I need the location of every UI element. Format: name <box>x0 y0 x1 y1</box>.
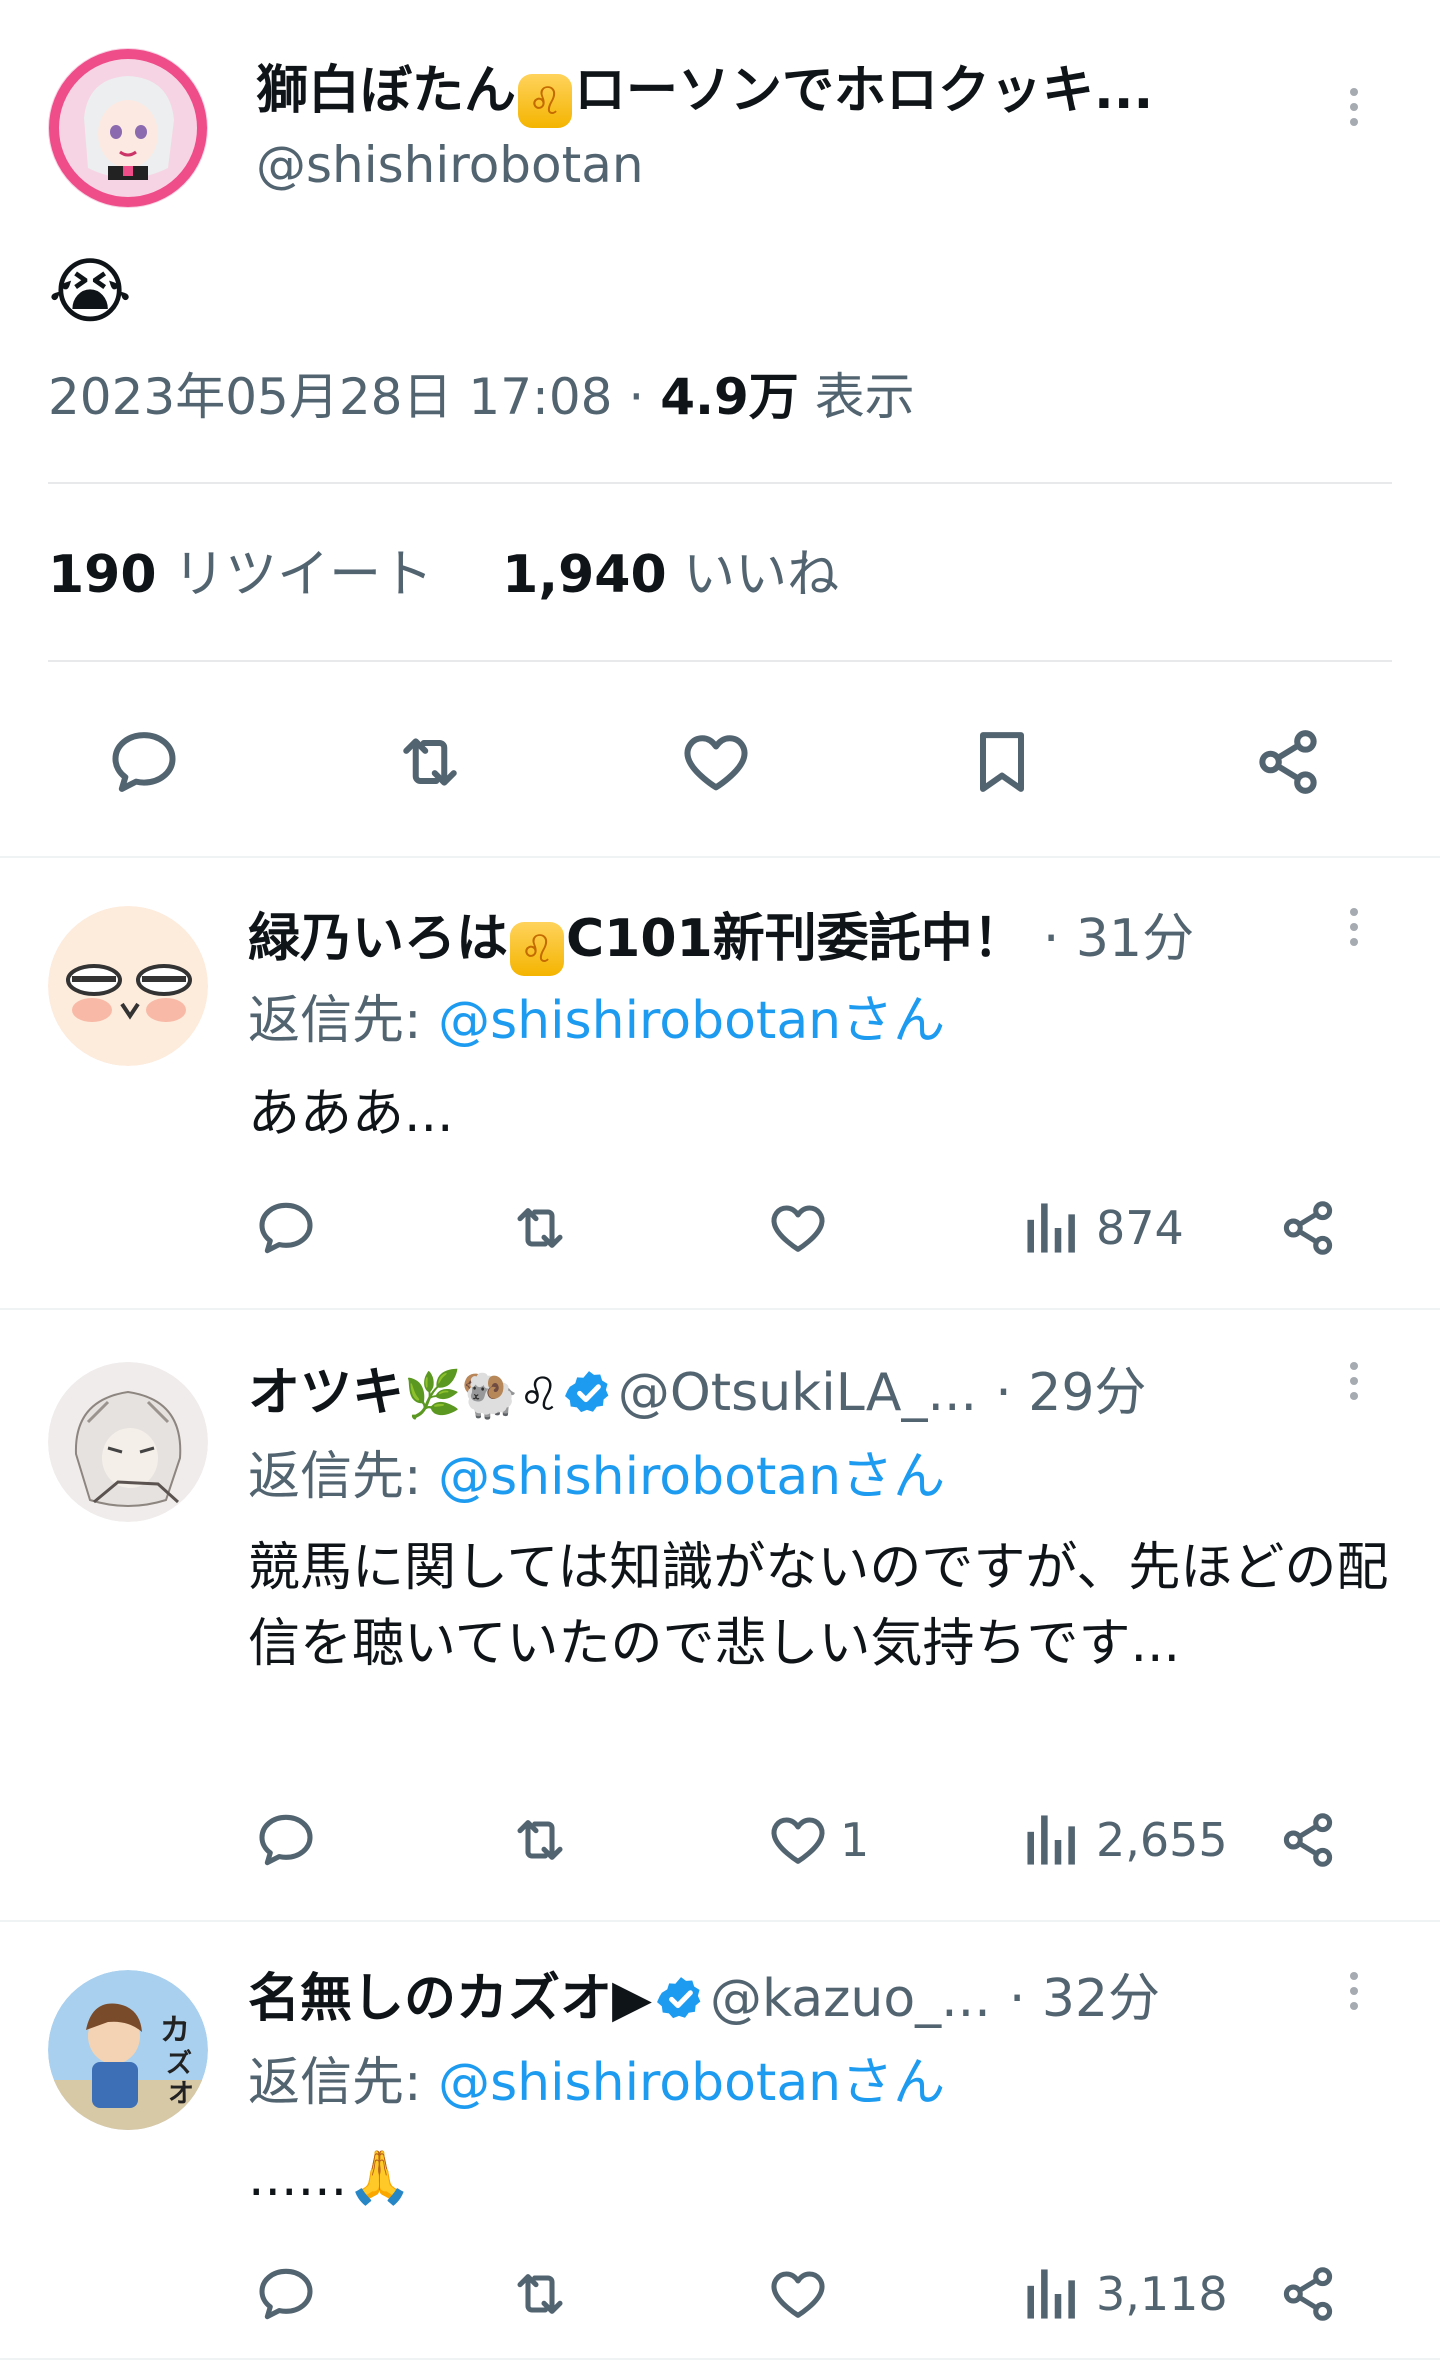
reply-display-name: 緑乃いろは <box>248 909 509 969</box>
leo-badge-icon: ♌ <box>510 922 565 976</box>
reply-icon[interactable] <box>106 724 182 800</box>
retweet-icon[interactable] <box>392 724 468 800</box>
meta-separator: · <box>628 368 645 426</box>
reply-avatar[interactable] <box>48 906 208 1066</box>
main-name-suffix: ローソンでホロクッキ... <box>574 61 1154 121</box>
leo-badge-icon: ♌ <box>518 74 573 128</box>
reply-to-suffix: さん <box>841 1447 946 1507</box>
section-divider <box>0 856 1440 858</box>
reply-to-handle[interactable]: @shishirobotan <box>438 1447 841 1507</box>
reply-display-name: オツキ <box>248 1363 405 1423</box>
more-vertical-icon[interactable] <box>1346 1972 1362 2010</box>
heart-icon[interactable] <box>766 2262 830 2326</box>
svg-text:オ: オ <box>168 2079 194 2109</box>
main-name-line[interactable]: 獅白ぼたん ♌ ローソンでホロクッキ... <box>256 56 1153 128</box>
reply-avatar[interactable] <box>48 1362 208 1522</box>
reply-to-label: 返信先: <box>248 2053 439 2113</box>
reply-name-suffix: C101新刊委託中！ <box>566 909 1025 969</box>
retweet-icon[interactable] <box>508 1808 572 1872</box>
reply-handle[interactable]: @kazuo_... <box>710 1969 991 2029</box>
share-icon[interactable] <box>1276 2262 1340 2326</box>
reply-time[interactable]: · 31分 <box>1043 909 1194 969</box>
like-count: 1 <box>840 1813 870 1867</box>
reply-to-line: 返信先: @shishirobotanさん <box>248 2048 945 2118</box>
main-views-count: 4.9万 <box>660 368 799 426</box>
divider <box>48 660 1392 662</box>
bookmark-icon[interactable] <box>964 724 1040 800</box>
section-divider <box>0 1308 1440 1310</box>
svg-text:ズ: ズ <box>166 2048 192 2079</box>
reply-to-handle[interactable]: @shishirobotan <box>438 991 841 1051</box>
views-icon[interactable] <box>1024 2264 1080 2324</box>
reply-to-label: 返信先: <box>248 991 439 1051</box>
reply-icon[interactable] <box>254 2262 318 2326</box>
svg-text:カ: カ <box>160 2013 190 2048</box>
main-handle[interactable]: @shishirobotan <box>256 130 644 200</box>
reply-handle[interactable]: @OtsukiLA_... <box>618 1363 977 1423</box>
reply-to-suffix: さん <box>841 991 946 1051</box>
reply-body: 競馬に関しては知識がないのですが、先ほどの配信を聴いていたので悲しい気持ちです.… <box>248 1538 1389 1674</box>
heart-icon[interactable] <box>678 724 754 800</box>
main-display-name: 獅白ぼたん <box>256 61 517 121</box>
reply-icon[interactable] <box>254 1196 318 1260</box>
main-meta-line: 2023年05月28日 17:08 · 4.9万 表示 <box>48 362 915 432</box>
reply-to-handle[interactable]: @shishirobotan <box>438 2053 841 2113</box>
verified-badge-icon <box>564 1371 609 1413</box>
reply-name-line[interactable]: 名無しのカズオ▶ @kazuo_... · 32分 <box>248 1964 1160 2034</box>
reply-icon[interactable] <box>254 1808 318 1872</box>
reply-to-line: 返信先: @shishirobotanさん <box>248 986 945 1056</box>
retweets-label[interactable]: リツイート <box>173 545 433 605</box>
reply-time[interactable]: · 29分 <box>995 1363 1146 1423</box>
reply-body: あああ... <box>248 1084 454 1144</box>
section-divider <box>0 1920 1440 1922</box>
reply-avatar[interactable]: カ ズ オ <box>48 1970 208 2130</box>
views-icon[interactable] <box>1024 1810 1080 1870</box>
main-stats-line: 190 リツイート 1,940 いいね <box>48 540 839 610</box>
retweet-icon[interactable] <box>508 1196 572 1260</box>
more-vertical-icon[interactable] <box>1346 908 1362 946</box>
view-count: 3,118 <box>1096 2267 1228 2321</box>
retweets-count[interactable]: 190 <box>48 545 157 605</box>
share-icon[interactable] <box>1250 724 1326 800</box>
verified-badge-icon <box>657 1977 701 2019</box>
heart-icon[interactable] <box>766 1808 830 1872</box>
main-tweet-body: 😭 <box>48 249 133 333</box>
main-timestamp[interactable]: 2023年05月28日 17:08 <box>48 368 612 426</box>
reply-name-line[interactable]: 緑乃いろは ♌ C101新刊委託中！ · 31分 <box>248 904 1194 976</box>
reply-name-line[interactable]: オツキ🌿🐏♌ @OtsukiLA_... · 29分 <box>248 1358 1146 1429</box>
main-views-label: 表示 <box>814 368 915 426</box>
share-icon[interactable] <box>1276 1808 1340 1872</box>
section-divider <box>0 2358 1440 2360</box>
reply-body: ......🙏 <box>248 2148 412 2208</box>
reply-to-label: 返信先: <box>248 1447 439 1507</box>
reply-display-name: 名無しのカズオ▶ <box>248 1969 652 2029</box>
share-icon[interactable] <box>1276 1196 1340 1260</box>
more-vertical-icon[interactable] <box>1346 88 1362 126</box>
more-vertical-icon[interactable] <box>1346 1362 1362 1400</box>
emoji-badges-icon: 🌿🐏♌ <box>404 1367 560 1421</box>
main-avatar[interactable] <box>48 48 208 208</box>
likes-count[interactable]: 1,940 <box>502 545 666 605</box>
reply-to-suffix: さん <box>841 2053 946 2113</box>
likes-label[interactable]: いいね <box>683 545 839 605</box>
retweet-icon[interactable] <box>508 2262 572 2326</box>
divider <box>48 482 1392 484</box>
reply-to-line: 返信先: @shishirobotanさん <box>248 1442 945 1512</box>
view-count: 2,655 <box>1096 1813 1228 1867</box>
reply-time[interactable]: · 32分 <box>1009 1969 1160 2029</box>
view-count: 874 <box>1096 1201 1184 1255</box>
views-icon[interactable] <box>1024 1198 1080 1258</box>
heart-icon[interactable] <box>766 1196 830 1260</box>
